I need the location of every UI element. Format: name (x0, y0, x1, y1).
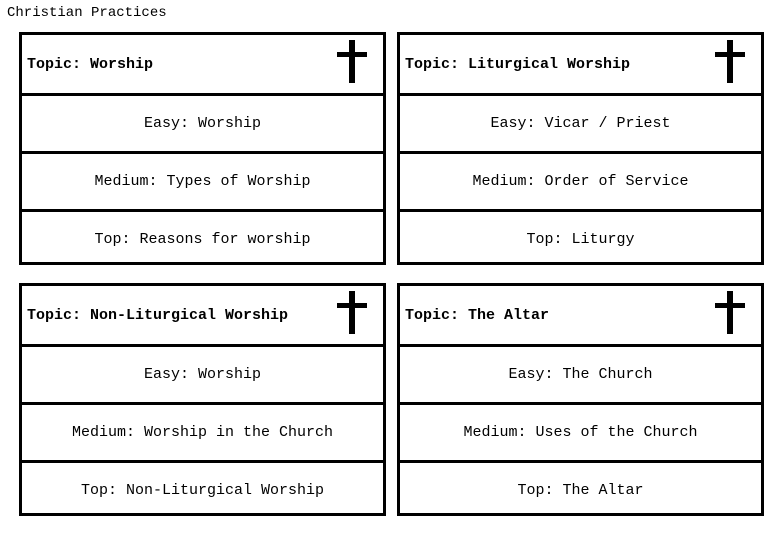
card-topic-row: Topic: Worship (22, 35, 383, 93)
topic-card: Topic: Liturgical Worship Easy: Vicar / … (397, 32, 764, 265)
cross-icon (715, 291, 745, 334)
card-easy-row: Easy: Worship (22, 344, 383, 402)
card-medium-row: Medium: Worship in the Church (22, 402, 383, 460)
topic-card: Topic: Non-Liturgical Worship Easy: Wors… (19, 283, 386, 516)
card-topic-row: Topic: The Altar (400, 286, 761, 344)
card-topic-row: Topic: Non-Liturgical Worship (22, 286, 383, 344)
card-medium-row: Medium: Uses of the Church (400, 402, 761, 460)
card-topic-label: Topic: Non-Liturgical Worship (27, 306, 289, 324)
card-top-row: Top: Non-Liturgical Worship (22, 460, 383, 518)
page-title: Christian Practices (7, 5, 167, 21)
card-easy-row: Easy: Worship (22, 93, 383, 151)
topic-card: Topic: The Altar Easy: The Church Medium… (397, 283, 764, 516)
card-top-row: Top: Liturgy (400, 209, 761, 267)
cross-icon (337, 291, 367, 334)
card-easy-row: Easy: Vicar / Priest (400, 93, 761, 151)
card-topic-row: Topic: Liturgical Worship (400, 35, 761, 93)
card-topic-label: Topic: Liturgical Worship (405, 55, 631, 73)
card-medium-row: Medium: Order of Service (400, 151, 761, 209)
card-easy-row: Easy: The Church (400, 344, 761, 402)
topic-card: Topic: Worship Easy: Worship Medium: Typ… (19, 32, 386, 265)
card-topic-label: Topic: The Altar (405, 306, 550, 324)
cross-icon (337, 40, 367, 83)
card-top-row: Top: The Altar (400, 460, 761, 518)
cross-icon (715, 40, 745, 83)
card-topic-label: Topic: Worship (27, 55, 154, 73)
card-medium-row: Medium: Types of Worship (22, 151, 383, 209)
card-top-row: Top: Reasons for worship (22, 209, 383, 267)
